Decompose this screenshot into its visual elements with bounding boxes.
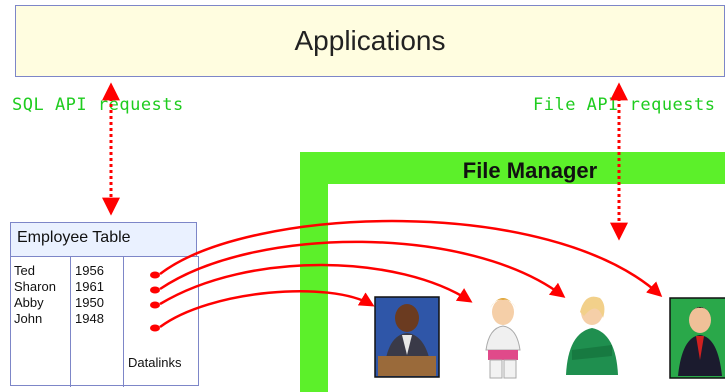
woman-green-icon [566,296,618,375]
datalink-curve [159,289,375,329]
woman-icon [485,298,521,379]
datalink-dot [150,286,160,294]
datalink-curve [159,240,566,298]
businessman-icon [669,297,725,379]
datalink-dot [150,324,160,332]
person-at-desk-icon [374,296,440,378]
datalink-dot [150,301,160,309]
diagram-overlay [102,82,725,379]
datalink-dot [150,271,160,279]
